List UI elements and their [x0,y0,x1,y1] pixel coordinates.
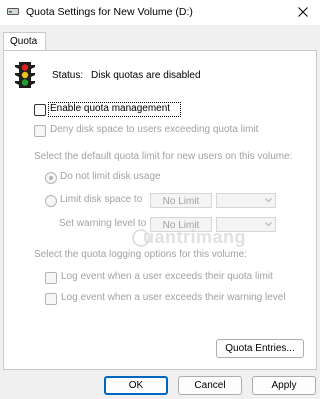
no-limit-radio[interactable] [45,172,57,184]
log-limit-checkbox-row[interactable]: Log event when a user exceeds their quot… [45,271,285,285]
log-warning-checkbox[interactable] [45,293,57,305]
close-icon [298,7,308,17]
watermark-text: uantrimang [143,227,247,247]
deny-space-label: Deny disk space to users exceeding quota… [50,124,259,135]
no-limit-label: Do not limit disk usage [60,171,161,182]
tab-quota-label: Quota [10,36,38,47]
title-bar: Quota Settings for New Volume (D:) [0,0,320,25]
limit-value-text: No Limit [162,196,200,207]
chevron-down-icon [265,198,272,203]
enable-quota-checkbox[interactable] [34,104,46,116]
limit-disk-radio[interactable] [45,195,57,207]
window-title: Quota Settings for New Volume (D:) [26,6,193,18]
quota-entries-button[interactable]: Quota Entries... [216,339,304,358]
status-value: Disk quotas are disabled [91,70,201,81]
log-warning-label: Log event when a user exceeds their warn… [61,292,286,303]
default-limit-section-label: Select the default quota limit for new u… [34,151,293,162]
deny-space-checkbox[interactable] [34,125,46,137]
status-label: Status: [52,70,84,81]
apply-button[interactable]: Apply [252,376,316,395]
limit-value-field[interactable]: No Limit [150,193,212,208]
enable-quota-label: Enable quota management [50,103,171,114]
warning-level-label: Set warning level to [59,218,147,229]
ok-button[interactable]: OK [104,376,168,395]
limit-disk-label: Limit disk space to [60,194,143,205]
tab-quota[interactable]: Quota [3,32,46,51]
limit-radio-row[interactable]: Limit disk space to [45,194,155,208]
quota-panel: Status: Disk quotas are disabled Enable … [3,50,317,370]
logging-section-label: Select the quota logging options for thi… [34,249,247,260]
chevron-down-icon [265,222,272,227]
drive-icon [7,8,19,15]
log-limit-checkbox[interactable] [45,272,57,284]
log-limit-label: Log event when a user exceeds their quot… [61,271,273,282]
limit-unit-combo[interactable] [216,193,276,208]
log-warning-checkbox-row[interactable]: Log event when a user exceeds their warn… [45,292,295,306]
deny-space-checkbox-row[interactable]: Deny disk space to users exceeding quota… [34,124,264,138]
traffic-light-icon [15,62,35,88]
no-limit-radio-row[interactable]: Do not limit disk usage [45,171,195,185]
close-button[interactable] [286,0,320,25]
cancel-button[interactable]: Cancel [178,376,242,395]
enable-quota-checkbox-row[interactable]: Enable quota management [34,102,181,117]
